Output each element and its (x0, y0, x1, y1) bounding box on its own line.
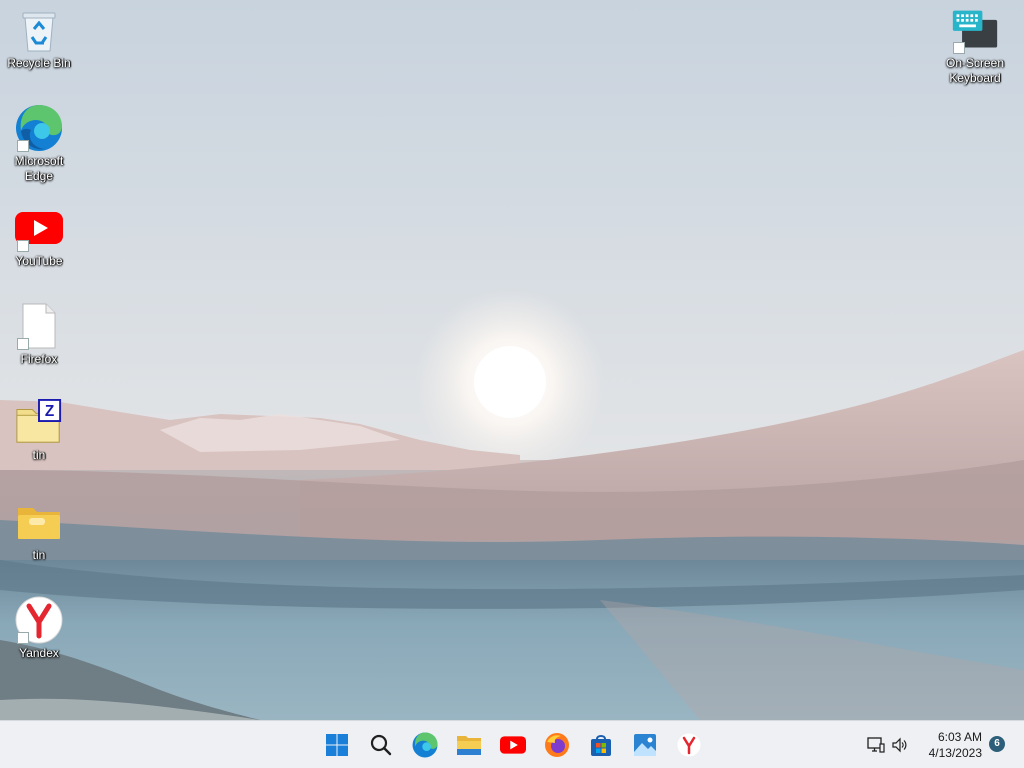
folder-icon (15, 498, 63, 546)
desktop-icon-tin-folder[interactable]: tin (2, 498, 76, 563)
desktop[interactable]: Recycle Bin Microsoft Edge YouTube Firef… (0, 0, 1024, 720)
taskbar-firefox-button[interactable] (540, 728, 574, 762)
taskbar-edge-button[interactable] (408, 728, 442, 762)
youtube-label: YouTube (15, 254, 63, 268)
taskbar-yandex-button[interactable] (672, 728, 706, 762)
photos-icon (634, 734, 656, 756)
start-button[interactable] (320, 728, 354, 762)
shortcut-arrow-icon (17, 140, 29, 152)
desktop-icon-on-screen-keyboard[interactable]: On-Screen Keyboard (938, 6, 1012, 86)
edge-icon (15, 104, 63, 152)
taskbar-store-button[interactable] (584, 728, 618, 762)
zip-archive-icon: Z (15, 398, 63, 446)
taskbar: 6:03 AM 4/13/2023 6 (0, 720, 1024, 768)
taskbar-youtube-button[interactable] (496, 728, 530, 762)
svg-text:Z: Z (45, 403, 54, 420)
desktop-icon-yandex[interactable]: Yandex (2, 596, 76, 661)
search-button[interactable] (364, 728, 398, 762)
shortcut-arrow-icon (17, 338, 29, 350)
shortcut-arrow-icon (17, 632, 29, 644)
desktop-icon-recycle-bin[interactable]: Recycle Bin (2, 6, 76, 71)
system-clock[interactable]: 6:03 AM 4/13/2023 (929, 729, 982, 761)
notification-badge[interactable]: 6 (989, 736, 1005, 752)
shortcut-arrow-icon (953, 42, 965, 54)
desktop-icon-tin-archive[interactable]: Z tin (2, 398, 76, 463)
network-icon[interactable] (866, 735, 886, 755)
recycle-bin-icon (15, 6, 63, 54)
blank-file-icon (15, 302, 63, 350)
microsoft-store-icon (591, 735, 611, 756)
volume-icon[interactable] (890, 735, 910, 755)
wallpaper (0, 0, 1024, 720)
recycle-bin-label: Recycle Bin (7, 56, 71, 70)
desktop-icon-youtube[interactable]: YouTube (2, 204, 76, 269)
keyboard-icon (951, 6, 999, 54)
start-icon (326, 734, 348, 756)
tin-folder-label: tin (32, 548, 46, 562)
shortcut-arrow-icon (17, 240, 29, 252)
yandex-label: Yandex (19, 646, 59, 660)
edge-icon (412, 732, 438, 758)
taskbar-photos-button[interactable] (628, 728, 662, 762)
yandex-icon (677, 733, 701, 757)
yandex-icon (15, 596, 63, 644)
tin-archive-label: tin (32, 448, 46, 462)
search-icon (370, 734, 392, 756)
desktop-icon-edge[interactable]: Microsoft Edge (2, 104, 76, 184)
desktop-icon-firefox[interactable]: Firefox (2, 302, 76, 367)
taskbar-file-explorer-button[interactable] (452, 728, 486, 762)
clock-time: 6:03 AM (937, 730, 982, 744)
youtube-icon (500, 736, 526, 754)
on-screen-keyboard-label: On-Screen Keyboard (945, 56, 1005, 85)
file-explorer-icon (457, 736, 481, 755)
edge-label: Microsoft Edge (14, 154, 64, 183)
clock-date: 4/13/2023 (928, 746, 982, 760)
firefox-label: Firefox (20, 352, 58, 366)
firefox-icon (545, 733, 569, 757)
youtube-icon (15, 204, 63, 252)
